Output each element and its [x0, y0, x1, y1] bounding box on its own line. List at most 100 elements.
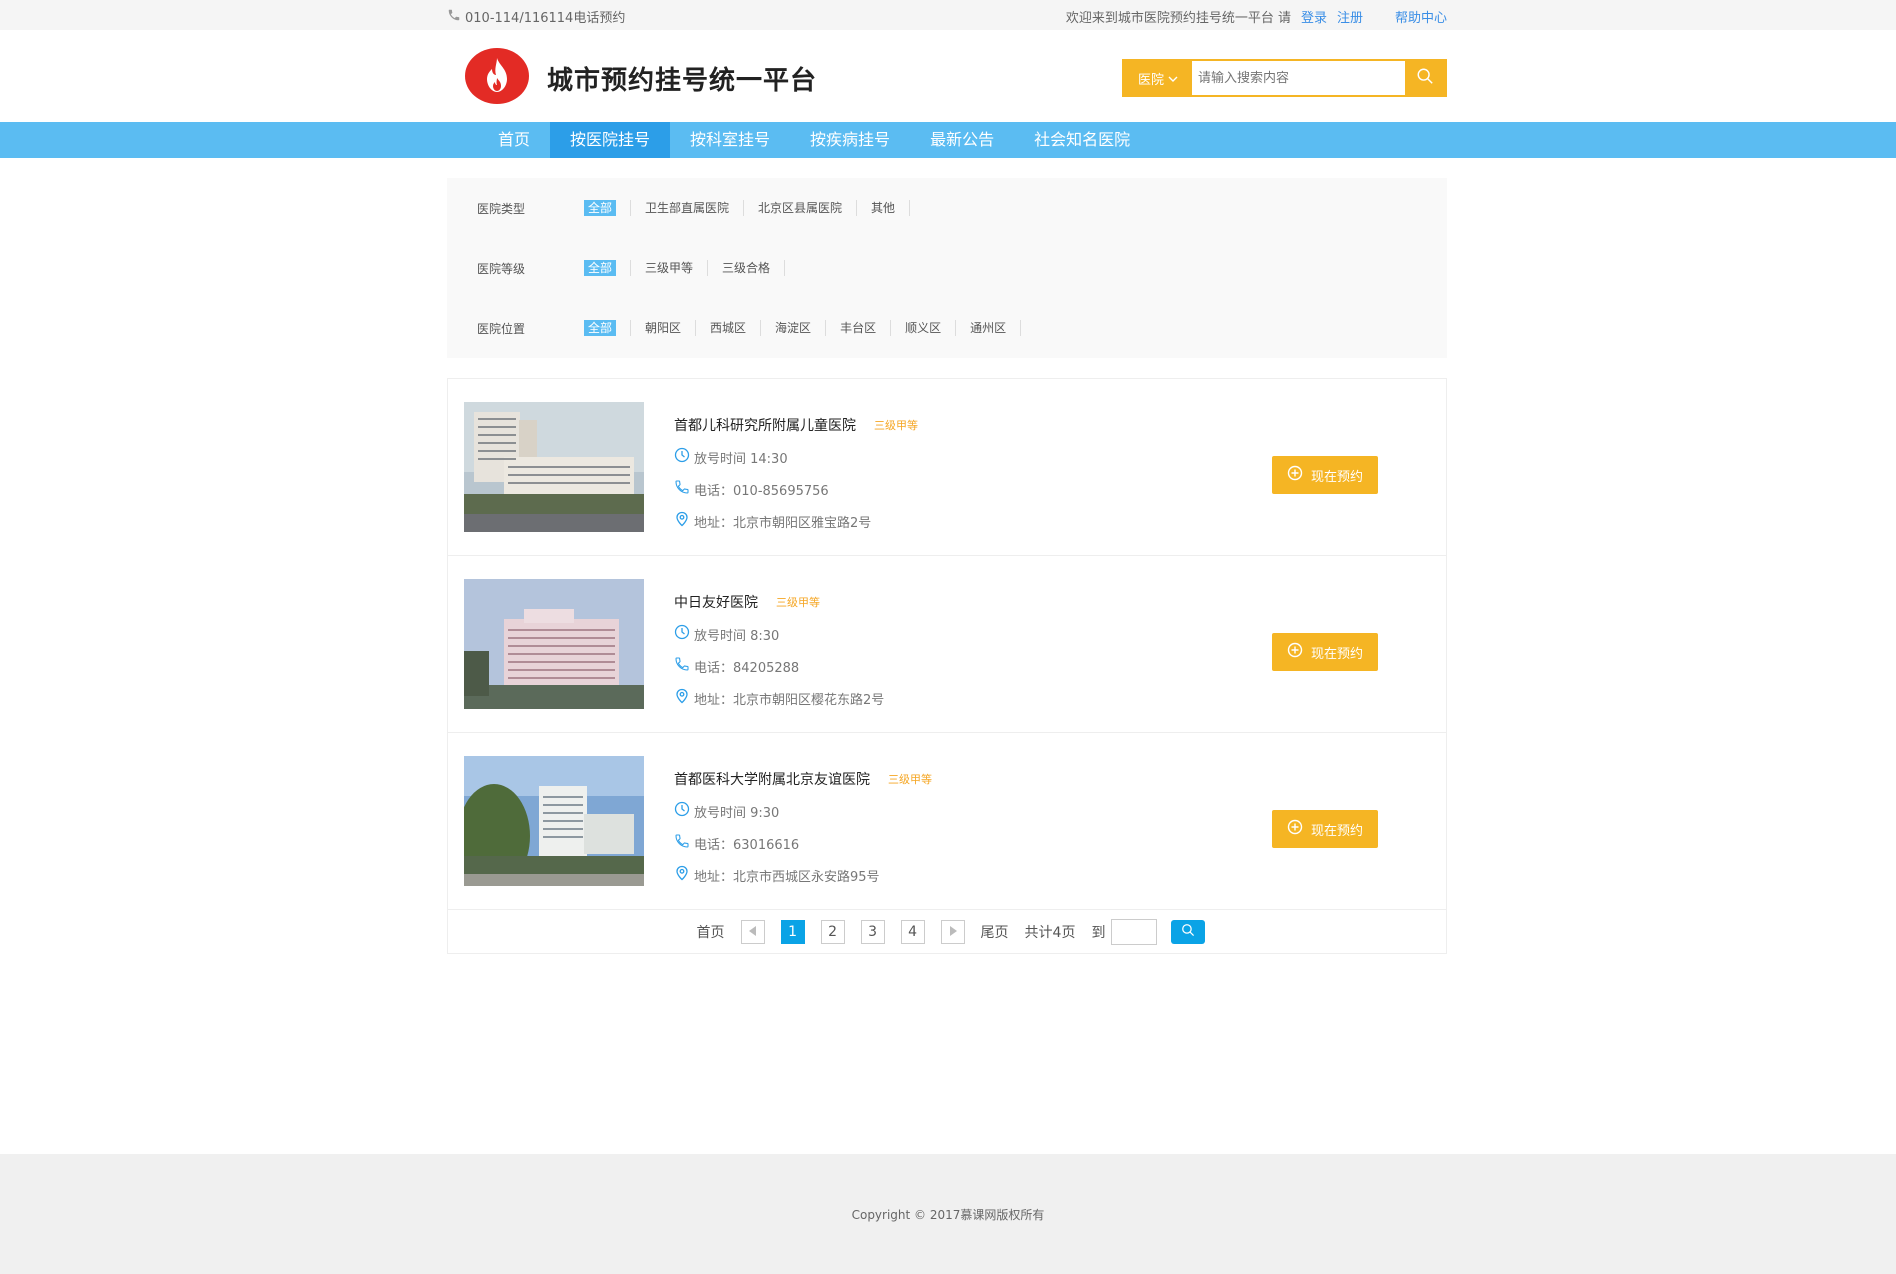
clock-icon	[674, 624, 690, 644]
book-now-button[interactable]: 现在预约	[1272, 456, 1378, 494]
page-total: 共计4页	[1024, 925, 1076, 941]
hospital-grade: 三级甲等	[776, 596, 820, 609]
goto-page-button[interactable]	[1171, 920, 1206, 944]
triangle-right-icon	[949, 924, 957, 940]
filter-option[interactable]: 海淀区	[761, 320, 827, 336]
hospital-info: 首都儿科研究所附属儿童医院 三级甲等 放号时间 14:30 电话：010-856…	[674, 415, 918, 531]
page-number[interactable]: 1	[780, 920, 805, 944]
book-now-label: 现在预约	[1310, 823, 1363, 839]
filter-option[interactable]: 全部	[570, 200, 632, 216]
first-page-link[interactable]: 首页	[697, 922, 725, 942]
hospital-name[interactable]: 中日友好医院	[674, 592, 758, 612]
plus-circle-icon	[1287, 642, 1303, 662]
search-icon	[1181, 923, 1195, 941]
hospital-list: 首都儿科研究所附属儿童医院 三级甲等 放号时间 14:30 电话：010-856…	[447, 378, 1447, 954]
nav-home[interactable]: 首页	[478, 122, 550, 158]
prev-page-button[interactable]	[740, 920, 765, 944]
chevron-down-icon	[1168, 71, 1178, 86]
filter-label: 医院位置	[477, 321, 526, 336]
release-time: 放号时间 14:30	[694, 451, 788, 467]
book-now-label: 现在预约	[1310, 469, 1363, 485]
search-type-dropdown[interactable]: 医院	[1124, 61, 1192, 95]
search-icon	[1416, 67, 1434, 89]
hospital-photo[interactable]	[464, 402, 644, 532]
page-number[interactable]: 2	[820, 920, 845, 944]
search-button[interactable]	[1405, 61, 1445, 95]
goto-page-input[interactable]	[1111, 919, 1158, 945]
hospital-name[interactable]: 首都儿科研究所附属儿童医院	[674, 415, 856, 435]
hospital-phone: 电话：84205288	[694, 660, 800, 676]
filter-option[interactable]: 全部	[570, 260, 632, 276]
filter-hospital-type: 医院类型 全部 卫生部直属医院 北京区县属医院 其他	[447, 198, 911, 218]
phone-icon	[674, 833, 690, 853]
nav-announcements[interactable]: 最新公告	[910, 122, 1014, 158]
filter-option[interactable]: 西城区	[696, 320, 762, 336]
book-now-label: 现在预约	[1310, 646, 1363, 662]
hospital-card: 首都医科大学附属北京友谊医院 三级甲等 放号时间 9:30 电话：6301661…	[448, 733, 1446, 910]
filter-hospital-grade: 医院等级 全部 三级甲等 三级合格	[447, 258, 786, 278]
next-page-button[interactable]	[940, 920, 965, 944]
nav-by-hospital[interactable]: 按医院挂号	[550, 122, 671, 158]
plus-circle-icon	[1287, 819, 1303, 839]
filter-option[interactable]: 三级合格	[708, 260, 786, 276]
hospital-address: 地址：北京市西城区永安路95号	[694, 869, 880, 885]
filter-option[interactable]: 三级甲等	[631, 260, 709, 276]
login-link[interactable]: 登录	[1301, 7, 1327, 26]
main-nav: 首页 按医院挂号 按科室挂号 按疾病挂号 最新公告 社会知名医院	[0, 122, 1896, 158]
hospital-card: 中日友好医院 三级甲等 放号时间 8:30 电话：84205288 地址：北京市…	[448, 556, 1446, 733]
filter-panel: 医院类型 全部 卫生部直属医院 北京区县属医院 其他 医院等级 全部 三级甲等 …	[447, 178, 1447, 358]
phone-icon	[447, 8, 461, 26]
filter-option[interactable]: 通州区	[956, 320, 1022, 336]
triangle-left-icon	[748, 924, 757, 940]
hotline: 010-114/116114电话预约	[447, 7, 625, 26]
top-bar: 010-114/116114电话预约 欢迎来到城市医院预约挂号统一平台 请 登录…	[0, 0, 1896, 30]
nav-by-disease[interactable]: 按疾病挂号	[790, 122, 910, 158]
help-center-link[interactable]: 帮助中心	[1395, 7, 1447, 26]
clock-icon	[674, 447, 690, 467]
location-pin-icon	[674, 511, 690, 531]
pagination: 首页 1 2 3 4 尾页 共计4页 到	[448, 910, 1446, 954]
filter-hospital-location: 医院位置 全部 朝阳区 西城区 海淀区 丰台区 顺义区 通州区	[447, 318, 1022, 338]
phone-icon	[674, 656, 690, 676]
hospital-photo[interactable]	[464, 579, 644, 709]
header: 城市预约挂号统一平台 医院	[447, 30, 1447, 122]
hospital-grade: 三级甲等	[888, 773, 932, 786]
release-time: 放号时间 9:30	[694, 805, 780, 821]
filter-label: 医院类型	[477, 201, 526, 216]
book-now-button[interactable]: 现在预约	[1272, 633, 1378, 671]
hospital-address: 地址：北京市朝阳区雅宝路2号	[694, 515, 872, 531]
welcome-text: 欢迎来到城市医院预约挂号统一平台 请	[1065, 11, 1291, 26]
filter-option[interactable]: 全部	[570, 320, 632, 336]
search-type-label: 医院	[1137, 72, 1164, 88]
filter-option[interactable]: 其他	[857, 200, 911, 216]
site-title: 城市预约挂号统一平台	[547, 66, 818, 96]
copyright: Copyright © 2017慕课网版权所有	[851, 1208, 1045, 1222]
phone-icon	[674, 479, 690, 499]
last-page-link[interactable]: 尾页	[981, 922, 1009, 942]
filter-option[interactable]: 顺义区	[891, 320, 957, 336]
hotline-text: 010-114/116114电话预约	[465, 11, 626, 26]
search-input[interactable]	[1192, 61, 1405, 95]
hospital-grade: 三级甲等	[874, 419, 918, 432]
search-bar: 医院	[1122, 59, 1447, 97]
nav-famous-hospitals[interactable]: 社会知名医院	[1014, 122, 1150, 158]
page-number[interactable]: 3	[860, 920, 885, 944]
hospital-phone: 电话：63016616	[694, 837, 800, 853]
filter-label: 医院等级	[477, 261, 526, 276]
nav-by-department[interactable]: 按科室挂号	[670, 122, 790, 158]
book-now-button[interactable]: 现在预约	[1272, 810, 1378, 848]
hospital-card: 首都儿科研究所附属儿童医院 三级甲等 放号时间 14:30 电话：010-856…	[448, 379, 1446, 556]
clock-icon	[674, 801, 690, 821]
hospital-phone: 电话：010-85695756	[694, 483, 829, 499]
filter-option[interactable]: 卫生部直属医院	[631, 200, 745, 216]
hospital-info: 中日友好医院 三级甲等 放号时间 8:30 电话：84205288 地址：北京市…	[674, 592, 884, 708]
hospital-photo[interactable]	[464, 756, 644, 886]
hospital-info: 首都医科大学附属北京友谊医院 三级甲等 放号时间 9:30 电话：6301661…	[674, 769, 932, 885]
hospital-name[interactable]: 首都医科大学附属北京友谊医院	[674, 769, 870, 789]
filter-option[interactable]: 北京区县属医院	[744, 200, 858, 216]
filter-option[interactable]: 丰台区	[826, 320, 892, 336]
page-number[interactable]: 4	[900, 920, 925, 944]
release-time: 放号时间 8:30	[694, 628, 780, 644]
register-link[interactable]: 注册	[1337, 7, 1363, 26]
filter-option[interactable]: 朝阳区	[631, 320, 697, 336]
